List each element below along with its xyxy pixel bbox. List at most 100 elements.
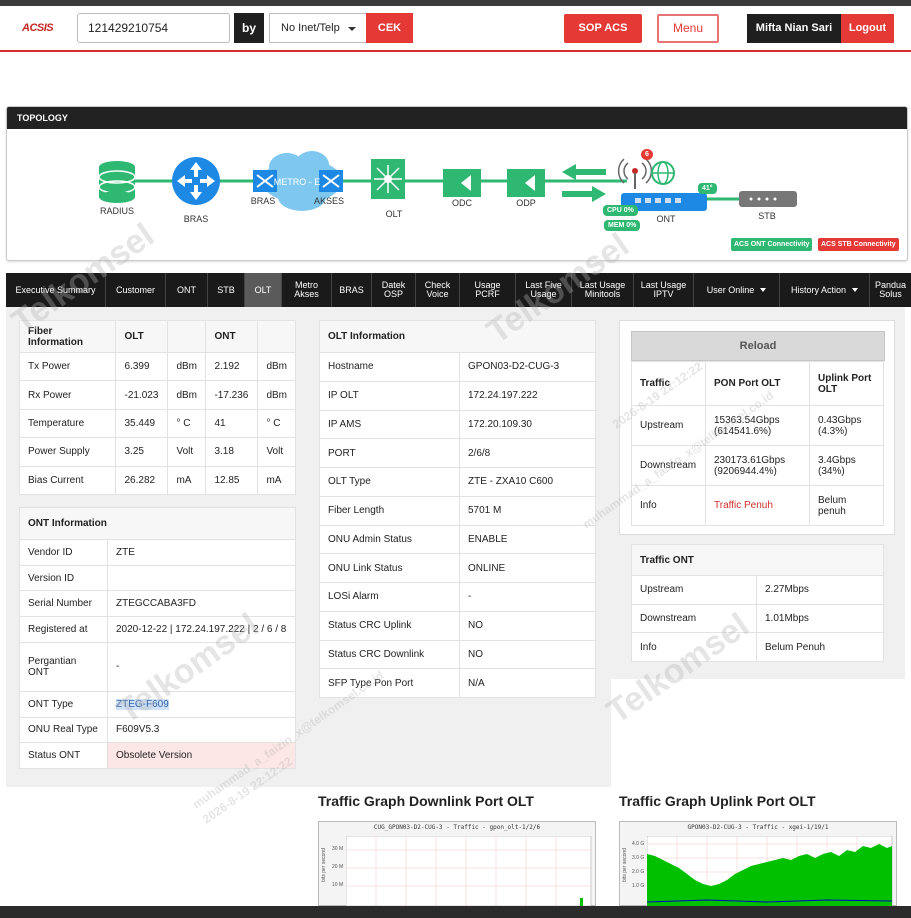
logout-button[interactable]: Logout [841,14,894,43]
cek-button[interactable]: CEK [366,13,413,43]
graph-y-label: bits per second [320,848,327,882]
tab-label: Executive Summary [15,284,96,295]
search-type-select[interactable]: No Inet/Telp [269,13,367,43]
router-icon [172,157,220,205]
globe-icon [651,161,675,185]
cell: -17.236 [205,380,259,410]
cpu-badge: CPU 0% [603,205,638,216]
cell: IP OLT [319,380,460,411]
tab-label-2: Solus [879,289,902,299]
cell: ONT Type [19,690,108,718]
cell: PORT [319,438,460,468]
tab-user-online[interactable]: User Online [694,273,780,307]
cell: 12.85 [205,465,259,496]
tab-metro-akses[interactable]: Metro Akses [282,273,332,307]
app-logo[interactable]: ACSIS [22,22,54,34]
tab-history-action[interactable]: History Action [780,273,870,307]
tab-last-five-usage[interactable]: Last Five Usage [516,273,572,307]
odp-icon [507,169,545,197]
node-label-odp: ODP [516,198,536,208]
cell: ONU Link Status [319,553,460,583]
cell: Rx Power [18,380,117,410]
cell: 2/6/8 [459,438,596,468]
traffic-table: Traffic PON Port OLT Uplink Port OLT Upstr… [631,361,884,526]
tab-customer[interactable]: Customer [106,273,166,307]
table-row: Downstream 1.01Mbps [631,603,884,634]
graph-tick: 3.0 G [632,855,645,861]
caret-down-icon [760,288,767,292]
cell: Upstream [631,405,706,446]
cell: dBm [167,380,207,410]
cell: Tx Power [18,351,117,382]
tab-bras[interactable]: BRAS [332,273,372,307]
tab-datek-osp[interactable]: Datek OSP [372,273,416,307]
olt-info-table: OLT Information Hostname GPON03-D2-CUG-3 … [319,320,596,698]
cell: IP AMS [319,409,460,440]
tab-executive-summary[interactable]: Executive Summary [6,273,106,307]
table-row: Tx Power 6.399 dBm 2.192 dBm [18,351,296,382]
status-ont-value: Obsolete Version [107,742,296,769]
uplink-graph-title: Traffic Graph Uplink Port OLT [619,793,816,809]
cell: OLT Type [319,467,460,497]
by-label: by [234,13,264,43]
cell: Volt [167,437,207,467]
tab-label: OLT [254,284,272,295]
cell: Hostname [319,352,460,382]
reload-button[interactable]: Reload [631,331,885,361]
top-strip [0,0,911,6]
cell: 2.27Mbps [756,575,884,605]
search-input[interactable]: 121429210754 [77,13,230,43]
user-name-button[interactable]: Mifta Nian Sari [747,14,841,43]
tab-last-usage-minitools[interactable]: Last Usage Minitools [572,273,634,307]
downlink-graph: CUG_GPON03-D2-CUG-3 - Traffic - gpon_olt… [318,821,596,906]
graph-tick: 20 M [332,864,344,870]
acs-stb-connectivity-button[interactable]: ACS STB Connectivity [818,238,899,251]
acs-ont-connectivity-button[interactable]: ACS ONT Connectivity [731,238,813,251]
topology-panel: TOPOLOGY RADIUS BRAS BRAS METRO - E AKSE… [6,106,908,261]
downlink-plot [346,836,592,906]
cell: 1.01Mbps [756,603,884,634]
menu-button[interactable]: Menu [657,14,719,43]
table-row: Downstream 230173.61Gbps (9206944.4%) 3.4G… [631,445,884,486]
tab-panduan-solusi[interactable]: Pandua Solus [870,273,911,307]
tab-bar: Executive Summary Customer ONT STB OLT M… [6,273,911,307]
tab-label: User Online [706,284,755,295]
cell: ONLINE [459,553,596,583]
tab-label-2: Minitools [584,289,621,299]
fiber-header-ont: ONT [205,320,259,353]
graph-tick: 1.0 G [632,883,645,889]
table-row: ONU Real Type F609V5.3 [19,716,296,744]
traffic-header-pon: PON Port OLT [705,361,810,406]
cell: 15363.54Gbps (614541.6%) [705,405,810,446]
fiber-header-olt: OLT [115,320,169,353]
traffic-header-uplink: Uplink Port OLT [809,361,884,406]
tab-check-voice[interactable]: Check Voice [416,273,460,307]
cell: ZTEGCCABA3FD [107,590,296,618]
cell: 3.4Gbps (34%) [809,445,884,486]
table-row: PORT 2/6/8 [319,438,596,468]
tab-ont[interactable]: ONT [166,273,208,307]
table-row: Registered at 2020-12-22 | 172.24.197.222… [19,616,296,643]
table-row: Status CRC Downlink NO [319,639,596,670]
tab-last-usage-iptv[interactable]: Last Usage IPTV [634,273,694,307]
graph-tick: 30 M [332,846,344,852]
cell: NO [459,610,596,641]
cell: GPON03-D2-CUG-3 [459,352,596,382]
table-row: Hostname GPON03-D2-CUG-3 [319,352,596,382]
table-row: Upstream 2.27Mbps [631,575,884,605]
sop-acs-button[interactable]: SOP ACS [564,14,642,43]
cell: Info [631,485,706,526]
tab-usage-pcrf[interactable]: Usage PCRF [460,273,516,307]
cell: mA [167,465,207,496]
table-row: Vendor ID ZTE [19,539,296,566]
tab-label-2: PCRF [475,289,500,299]
tab-olt[interactable]: OLT [245,273,282,307]
tab-stb[interactable]: STB [208,273,245,307]
cell: Belum Penuh [756,632,884,662]
tab-label: Customer [115,284,155,295]
database-icon [98,161,136,203]
ont-info-title: ONT Information [19,507,296,540]
cell: 230173.61Gbps (9206944.4%) [705,445,810,486]
table-row: IP OLT 172.24.197.222 [319,380,596,411]
node-label-odc: ODC [452,198,472,208]
